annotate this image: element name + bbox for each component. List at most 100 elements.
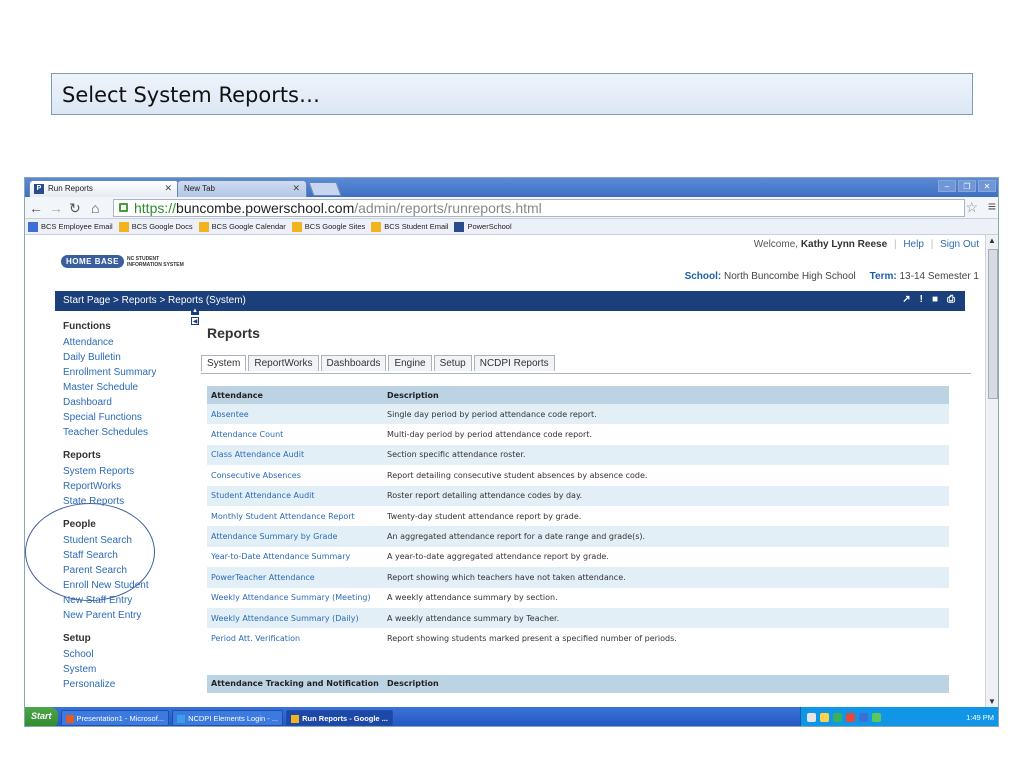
bookmark-powerschool[interactable]: PowerSchool bbox=[454, 221, 512, 232]
report-link-attendance-count[interactable]: Attendance Count bbox=[207, 424, 383, 445]
tray-volume-icon[interactable] bbox=[859, 713, 868, 722]
forward-arrow-icon[interactable]: → bbox=[49, 200, 63, 216]
sign-out-link[interactable]: Sign Out bbox=[940, 239, 979, 250]
tab-system[interactable]: System bbox=[201, 355, 247, 371]
sidebar-item-master-schedule[interactable]: Master Schedule bbox=[63, 380, 193, 395]
bookmark-icon bbox=[291, 221, 302, 232]
term-label: Term: bbox=[869, 271, 897, 282]
welcome-text: Welcome, bbox=[753, 239, 799, 250]
reload-icon[interactable]: ↻ bbox=[69, 200, 81, 217]
bookmark-bcs-employee-email[interactable]: BCS Employee Email bbox=[28, 221, 113, 232]
tray-network-icon[interactable] bbox=[820, 713, 829, 722]
bookmarks-bar: BCS Employee Email BCS Google Docs BCS Goo… bbox=[25, 219, 998, 235]
tray-app-icon[interactable] bbox=[833, 713, 842, 722]
table-row: Year-to-Date Attendance Summary A year-to… bbox=[207, 546, 949, 568]
bookmark-label: BCS Google Docs bbox=[131, 222, 193, 231]
report-link-attendance-summary-by-grade[interactable]: Attendance Summary by Grade bbox=[207, 526, 383, 547]
address-bar[interactable]: https://buncombe.powerschool.com/admin/r… bbox=[113, 199, 965, 217]
tab-dashboards[interactable]: Dashboards bbox=[320, 355, 387, 371]
sidebar-item-enrollment-summary[interactable]: Enrollment Summary bbox=[63, 365, 193, 380]
bookmark-bcs-google-calendar[interactable]: BCS Google Calendar bbox=[198, 221, 286, 232]
vertical-scrollbar[interactable]: ▲ ▼ bbox=[985, 235, 998, 707]
home-icon[interactable]: ⌂ bbox=[91, 200, 99, 216]
restore-icon[interactable]: ❐ bbox=[958, 180, 976, 192]
back-arrow-icon[interactable]: ← bbox=[29, 200, 43, 216]
sidebar-item-teacher-schedules[interactable]: Teacher Schedules bbox=[63, 425, 193, 440]
browser-tab-new-tab[interactable]: New Tab ✕ bbox=[177, 180, 307, 197]
home-base-logo[interactable]: HOME BASE NC STUDENT INFORMATION SYSTEM bbox=[61, 255, 184, 268]
breadcrumb-text[interactable]: Start Page > Reports > Reports (System) bbox=[63, 295, 246, 306]
sidebar-item-special-functions[interactable]: Special Functions bbox=[63, 410, 193, 425]
sidebar-item-new-parent-entry[interactable]: New Parent Entry bbox=[63, 608, 193, 623]
close-window-icon[interactable]: ✕ bbox=[978, 180, 996, 192]
new-tab-button[interactable] bbox=[308, 182, 342, 196]
browser-tab-run-reports[interactable]: P Run Reports ✕ bbox=[29, 180, 179, 197]
report-link-year-to-date-attendance-summary[interactable]: Year-to-Date Attendance Summary bbox=[207, 546, 383, 568]
report-link-absentee[interactable]: Absentee bbox=[207, 404, 383, 425]
sidebar-item-personalize[interactable]: Personalize bbox=[63, 677, 193, 692]
alert-icon[interactable]: ! bbox=[920, 294, 923, 305]
bookmark-icon bbox=[118, 221, 129, 232]
tab-ncdpi-reports[interactable]: NCDPI Reports bbox=[473, 355, 555, 371]
document-icon[interactable]: ■ bbox=[932, 294, 938, 305]
sidebar-collapse-control[interactable]: ▲ ◀ bbox=[191, 307, 199, 325]
bookmark-star-icon[interactable]: ☆ bbox=[965, 199, 978, 216]
tab-reportworks[interactable]: ReportWorks bbox=[248, 355, 319, 371]
bookmark-bcs-student-email[interactable]: BCS Student Email bbox=[371, 221, 448, 232]
table-row: Student Attendance Audit Roster report de… bbox=[207, 485, 949, 506]
scroll-up-icon[interactable]: ▲ bbox=[988, 236, 996, 245]
attendance-reports-table: Attendance Description Absentee Single da… bbox=[207, 386, 949, 693]
report-description: Roster report detailing attendance codes… bbox=[383, 485, 949, 506]
print-icon[interactable]: ⎙ bbox=[947, 294, 955, 305]
sidebar-item-student-search[interactable]: Student Search bbox=[63, 533, 193, 548]
tray-help-icon[interactable] bbox=[807, 713, 816, 722]
link-icon[interactable]: ↗ bbox=[902, 294, 910, 305]
tray-update-icon[interactable] bbox=[872, 713, 881, 722]
school-value[interactable]: North Buncombe High School bbox=[724, 271, 856, 282]
sidebar-item-attendance[interactable]: Attendance bbox=[63, 335, 193, 350]
help-link[interactable]: Help bbox=[903, 239, 924, 250]
sidebar-item-system[interactable]: System bbox=[63, 662, 193, 677]
report-link-consecutive-absences[interactable]: Consecutive Absences bbox=[207, 465, 383, 486]
sidebar-item-school[interactable]: School bbox=[63, 647, 193, 662]
term-value[interactable]: 13-14 Semester 1 bbox=[900, 271, 980, 282]
close-tab-icon[interactable]: ✕ bbox=[164, 183, 172, 194]
tab-engine[interactable]: Engine bbox=[388, 355, 432, 371]
sidebar-item-system-reports[interactable]: System Reports bbox=[63, 464, 193, 479]
bookmark-bcs-google-sites[interactable]: BCS Google Sites bbox=[291, 221, 365, 232]
report-link-monthly-student-attendance-report[interactable]: Monthly Student Attendance Report bbox=[207, 505, 383, 527]
scroll-down-icon[interactable]: ▼ bbox=[988, 697, 996, 706]
sidebar-item-enroll-new-student[interactable]: Enroll New Student bbox=[63, 578, 193, 593]
report-description: Multi-day period by period attendance co… bbox=[383, 424, 949, 445]
report-link-weekly-attendance-summary-meeting[interactable]: Weekly Attendance Summary (Meeting) bbox=[207, 587, 383, 608]
taskbar-item-run-reports-google[interactable]: Run Reports - Google ... bbox=[286, 709, 393, 726]
taskbar-item-presentation1-microsof[interactable]: Presentation1 - Microsof... bbox=[60, 709, 170, 726]
sidebar-item-parent-search[interactable]: Parent Search bbox=[63, 563, 193, 578]
sidebar-item-staff-search[interactable]: Staff Search bbox=[63, 548, 193, 563]
report-link-student-attendance-audit[interactable]: Student Attendance Audit bbox=[207, 485, 383, 506]
report-link-powerteacher-attendance[interactable]: PowerTeacher Attendance bbox=[207, 567, 383, 588]
minimize-icon[interactable]: – bbox=[938, 180, 956, 192]
column-header-tracking: Attendance Tracking and Notification bbox=[207, 674, 383, 693]
start-button[interactable]: Start bbox=[25, 707, 58, 726]
collapse-left-icon[interactable]: ◀ bbox=[191, 317, 199, 325]
report-description: Section specific attendance roster. bbox=[383, 444, 949, 466]
menu-icon[interactable]: ≡ bbox=[988, 198, 996, 214]
tray-security-icon[interactable] bbox=[846, 713, 855, 722]
sidebar-item-dashboard[interactable]: Dashboard bbox=[63, 395, 193, 410]
report-link-class-attendance-audit[interactable]: Class Attendance Audit bbox=[207, 444, 383, 466]
bookmark-bcs-google-docs[interactable]: BCS Google Docs bbox=[118, 221, 193, 232]
scrollbar-thumb[interactable] bbox=[988, 249, 998, 399]
sidebar-item-state-reports[interactable]: State Reports bbox=[63, 494, 193, 509]
tab-setup[interactable]: Setup bbox=[433, 355, 472, 371]
taskbar-item-ncdpi-elements-login[interactable]: NCDPI Elements Login - ... bbox=[172, 709, 284, 726]
report-link-period-att-verification[interactable]: Period Att. Verification bbox=[207, 628, 383, 649]
table-row: Attendance Summary by Grade An aggregated… bbox=[207, 526, 949, 547]
collapse-up-icon[interactable]: ▲ bbox=[191, 307, 199, 315]
report-description: A weekly attendance summary by Teacher. bbox=[383, 607, 949, 629]
sidebar-item-daily-bulletin[interactable]: Daily Bulletin bbox=[63, 350, 193, 365]
sidebar-item-new-staff-entry[interactable]: New Staff Entry bbox=[63, 593, 193, 608]
close-tab-icon[interactable]: ✕ bbox=[292, 183, 300, 194]
sidebar-item-reportworks[interactable]: ReportWorks bbox=[63, 479, 193, 494]
report-link-weekly-attendance-summary-daily[interactable]: Weekly Attendance Summary (Daily) bbox=[207, 607, 383, 629]
